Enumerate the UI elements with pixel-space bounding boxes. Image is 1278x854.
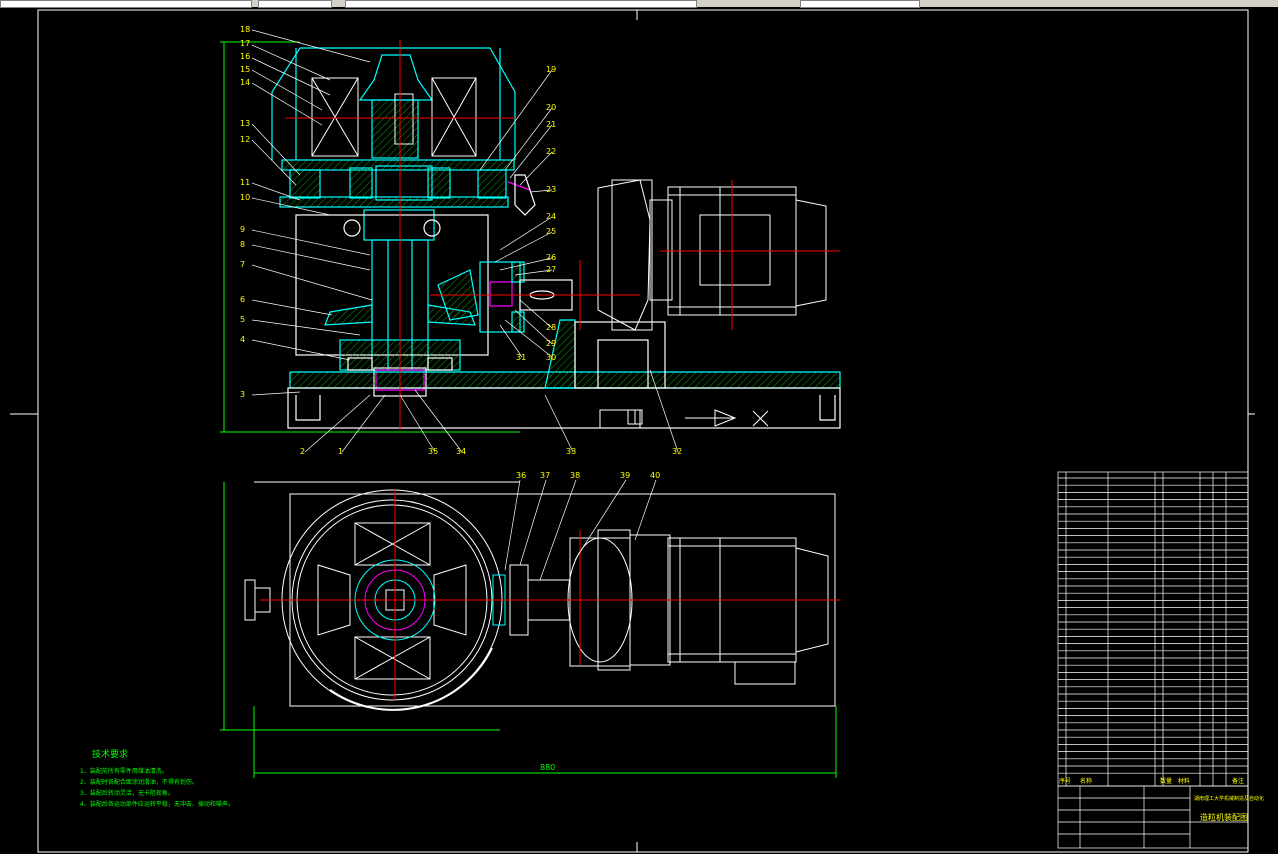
leader-lines: [251, 29, 679, 453]
callout-27: 27: [546, 265, 556, 274]
header-no: 序号: [1059, 777, 1071, 785]
hopper-cover: [271, 47, 516, 208]
callout-21: 21: [546, 120, 556, 129]
note-line-3: 3、装配后转动灵活，无卡阻现象。: [80, 789, 174, 797]
callout-28: 28: [546, 323, 556, 332]
header-name: 名称: [1080, 777, 1092, 785]
callout-33: 33: [566, 447, 576, 456]
callout-7: 7: [240, 260, 245, 269]
callout-15: 15: [240, 65, 250, 74]
window-toolbar-strip: [0, 0, 1278, 8]
callouts-bottom: 2 1 35 34 33 32: [300, 447, 682, 456]
callout-26: 26: [546, 253, 556, 262]
callout-24: 24: [546, 212, 556, 221]
header-remark: 备注: [1232, 777, 1244, 785]
callout-30: 30: [546, 353, 556, 362]
callout-3: 3: [240, 390, 245, 399]
callout-29: 29: [546, 339, 556, 348]
header-material: 材料: [1178, 777, 1190, 785]
callout-22: 22: [546, 147, 556, 156]
note-line-4: 4、装配后各运动部件应运转平稳，无冲击、振动和噪声。: [80, 800, 234, 808]
callout-9: 9: [240, 225, 245, 234]
dimension-length: 880: [540, 763, 555, 772]
callout-5: 5: [240, 315, 245, 324]
callout-11: 11: [240, 178, 250, 187]
callout-13: 13: [240, 119, 250, 128]
callout-1: 1: [338, 447, 343, 456]
callout-39: 39: [620, 471, 630, 480]
title-block: 湖南理工大学机械制造及自动化 造粒机装配图: [1194, 795, 1264, 822]
cad-drawing-canvas[interactable]: 18 17 16 15 14 13 12 11 10 9 8 7 6 5 4 3…: [0, 7, 1278, 854]
plan-centerlines: [260, 490, 840, 700]
callout-10: 10: [240, 193, 250, 202]
callout-36: 36: [516, 471, 526, 480]
notes-title: 技术要求: [92, 748, 128, 760]
callout-40: 40: [650, 471, 660, 480]
callout-32: 32: [672, 447, 682, 456]
callout-14: 14: [240, 78, 250, 87]
parts-rows: [1058, 477, 1248, 774]
callout-38: 38: [570, 471, 580, 480]
callout-25: 25: [546, 227, 556, 236]
technical-notes: 技术要求 1、装配前所有零件用煤油清洗。 2、装配时各配合面涂润滑油，不得有划伤…: [80, 748, 234, 808]
drawing-title: 造粒机装配图: [1200, 812, 1248, 822]
school-name: 湖南理工大学机械制造及自动化: [1194, 795, 1264, 802]
callout-4: 4: [240, 335, 245, 344]
callout-16: 16: [240, 52, 250, 61]
drawing-frame: [10, 9, 1255, 853]
parts-list-table: [1057, 471, 1249, 849]
base-frame: [287, 319, 841, 429]
parts-list-header: 序号 名称 数量 材料 备注: [1059, 777, 1244, 785]
callout-20: 20: [546, 103, 556, 112]
callout-18: 18: [240, 25, 250, 34]
callout-2: 2: [300, 447, 305, 456]
callout-12: 12: [240, 135, 250, 144]
callout-23: 23: [546, 185, 556, 194]
callout-8: 8: [240, 240, 245, 249]
callouts-plan: 36 37 38 39 40: [516, 471, 660, 480]
note-line-2: 2、装配时各配合面涂润滑油，不得有划伤。: [80, 778, 198, 786]
callout-19: 19: [546, 65, 556, 74]
plan-coupling-motor: [492, 529, 829, 685]
callout-35: 35: [428, 447, 438, 456]
callout-31: 31: [516, 353, 526, 362]
callout-6: 6: [240, 295, 245, 304]
header-qty: 数量: [1160, 777, 1172, 785]
motor-reducer: [597, 179, 827, 429]
note-line-1: 1、装配前所有零件用煤油清洗。: [80, 767, 168, 775]
callouts-left: 18 17 16 15 14 13 12 11 10 9 8 7 6 5 4 3: [240, 25, 250, 399]
callout-37: 37: [540, 471, 550, 480]
callout-34: 34: [456, 447, 466, 456]
callout-17: 17: [240, 39, 250, 48]
front-section-view: [220, 29, 841, 453]
plan-view: 36 37 38 39 40: [220, 471, 840, 731]
